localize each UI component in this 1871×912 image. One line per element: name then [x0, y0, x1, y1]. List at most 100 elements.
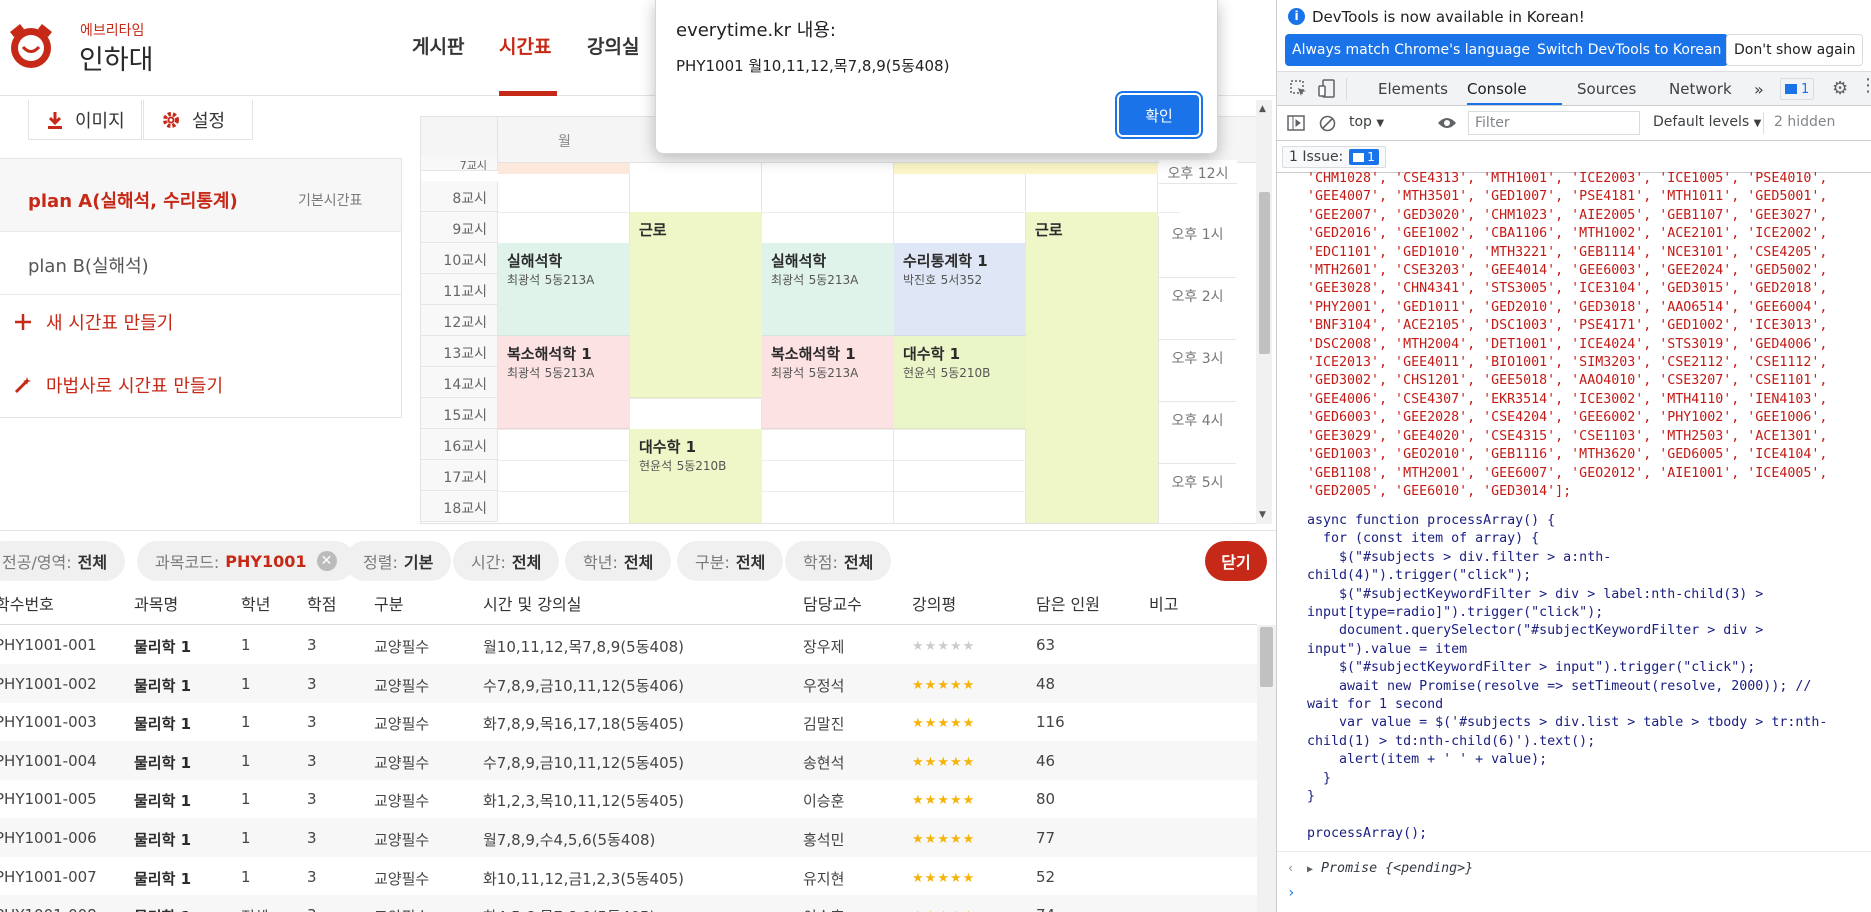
subject-block[interactable]: 근로	[1026, 212, 1158, 523]
language-infobar: i DevTools is now available in Korean! A…	[1277, 0, 1871, 72]
console-filter-input[interactable]: Filter	[1468, 111, 1640, 135]
filter-label: 구분:	[695, 553, 730, 572]
scroll-up-icon[interactable]: ▲	[1259, 104, 1266, 114]
plan-a-item[interactable]: plan A(실해석, 수리통계) 기본시간표	[0, 159, 401, 232]
match-language-button[interactable]: Always match Chrome's language	[1285, 34, 1537, 66]
filter-credit[interactable]: 학점: 전체	[785, 541, 892, 581]
filter-grade[interactable]: 학년: 전체	[565, 541, 672, 581]
magic-wand-icon	[14, 377, 31, 394]
tab-elements[interactable]: Elements	[1378, 80, 1448, 98]
plan-b-item[interactable]: plan B(실해석)	[28, 252, 149, 278]
console-output[interactable]: 'CHM1028', 'CSE4313', 'MTH1001', 'ICE200…	[1277, 171, 1871, 912]
gear-icon	[163, 111, 179, 128]
star-icon: ★	[924, 870, 938, 886]
filter-major[interactable]: 전공/영역: 전체	[0, 541, 126, 581]
tab-sources[interactable]: Sources	[1577, 80, 1636, 98]
rating-stars: ★★★★★	[912, 678, 975, 693]
table-row[interactable]: PHY1001-007 물리학 1 1 3 교양필수 화10,11,12,금1,2,3(5…	[0, 857, 1257, 896]
timetable-scrollbar-thumb[interactable]	[1259, 192, 1270, 354]
header-type[interactable]: 구분	[374, 591, 403, 615]
logo-icon[interactable]	[6, 20, 56, 72]
hour-18: 18교시	[421, 491, 498, 522]
subject-block[interactable]: 실해석학 최광석 5동213A	[498, 243, 630, 336]
table-row[interactable]: PHY1001-005 물리학 1 1 3 교양필수 화1,2,3,목10,11,12(5…	[0, 779, 1257, 818]
clear-console-icon[interactable]	[1319, 115, 1336, 132]
star-icon: ★	[924, 832, 938, 847]
scroll-down-icon[interactable]: ▼	[1259, 510, 1266, 520]
close-button[interactable]: 닫기	[1205, 541, 1267, 581]
header-year[interactable]: 학년	[241, 591, 270, 615]
filter-course-code[interactable]: 과목코드: PHY1001 ✕	[137, 541, 355, 581]
nav-timetable[interactable]: 시간표	[499, 32, 551, 59]
nav-lecture[interactable]: 강의실	[587, 32, 639, 59]
subject-block[interactable]: 대수학 1 현윤석 5동210B	[894, 336, 1026, 429]
devtools-panel: i DevTools is now available in Korean! A…	[1276, 0, 1871, 912]
filter-type[interactable]: 구분: 전체	[677, 541, 784, 581]
subject-name: 복소해석학 1	[771, 345, 856, 363]
header-name[interactable]: 과목명	[134, 591, 178, 615]
issues-badge[interactable]: 1	[1780, 78, 1815, 100]
context-selector[interactable]: top ▼	[1349, 114, 1384, 130]
switch-korean-button[interactable]: Switch DevTools to Korean	[1530, 34, 1729, 66]
table-row[interactable]: PHY1001-006 물리학 1 1 3 교양필수 월7,8,9,수4,5,6(5동40…	[0, 818, 1257, 857]
rating-stars: ★★★★★	[912, 832, 975, 847]
new-timetable-link[interactable]: 새 시간표 만들기	[14, 309, 173, 335]
dialog-title: everytime.kr 내용:	[676, 20, 836, 41]
tab-console[interactable]: Console	[1467, 80, 1527, 98]
gear-icon[interactable]: ⚙	[1832, 78, 1848, 99]
ok-button[interactable]: 확인	[1119, 95, 1199, 135]
ampm-3: 오후 3시	[1158, 340, 1236, 402]
subject-block[interactable]: 대수학 1 현윤석 5동210B	[630, 429, 762, 523]
cell-prof: 유지현	[803, 869, 845, 888]
settings-button[interactable]: 설정	[143, 100, 253, 140]
subject-block[interactable]: 복소해석학 1 최광석 5동213A	[762, 336, 894, 429]
dont-show-again-button[interactable]: Don't show again	[1726, 34, 1864, 66]
eye-icon[interactable]	[1437, 116, 1457, 130]
school-name[interactable]: 인하대	[79, 38, 154, 77]
image-button[interactable]: 이미지	[28, 100, 142, 140]
header-credit[interactable]: 학점	[307, 591, 336, 615]
header-prof[interactable]: 담당교수	[803, 591, 862, 615]
filter-value: 기본	[403, 553, 434, 572]
expand-triangle-icon[interactable]: ▶	[1307, 864, 1313, 875]
inspect-element-icon[interactable]	[1290, 80, 1308, 98]
device-toolbar-icon[interactable]	[1318, 79, 1336, 99]
cell-credit: 3	[307, 751, 317, 770]
table-row[interactable]: PHY1001-003 물리학 1 1 3 교양필수 화7,8,9,목16,17,18(5…	[0, 702, 1257, 741]
table-row[interactable]: PHY1001-004 물리학 1 1 3 교양필수 수7,8,9,금10,11,12(5…	[0, 740, 1257, 780]
subject-block[interactable]: 근로	[630, 212, 762, 398]
filter-sort[interactable]: 정렬: 기본	[345, 541, 452, 581]
rating-stars: ★★★★★	[912, 755, 975, 770]
issues-bar: 1 Issue: 1	[1277, 141, 1871, 173]
cell-type: 교양필수	[374, 638, 430, 656]
log-levels-dropdown[interactable]: Default levels ▼	[1653, 114, 1761, 130]
issues-button[interactable]: 1 Issue: 1	[1282, 146, 1386, 168]
sidebar-toggle-icon[interactable]	[1287, 115, 1305, 131]
kebab-menu-icon[interactable]: ⋮	[1859, 77, 1871, 95]
subject-block[interactable]: 실해석학 최광석 5동213A	[762, 243, 894, 336]
console-prompt-icon[interactable]: ›	[1287, 885, 1295, 901]
wizard-timetable-link[interactable]: 마법사로 시간표 만들기	[14, 372, 223, 398]
table-row[interactable]: PHY1001-001 물리학 1 1 3 교양필수 월10,11,12,목7,8,9(5…	[0, 625, 1257, 664]
star-icon: ★	[962, 793, 976, 809]
subject-block[interactable]: 복소해석학 1 최광석 5동213A	[498, 336, 630, 429]
header-time[interactable]: 시간 및 강의실	[483, 591, 582, 615]
header-count[interactable]: 담은 인원	[1036, 591, 1100, 615]
table-row[interactable]: PHY1001-008 물리학 1 전체 3 교양필수 화4,5,6,목7,8,9(5동4…	[0, 895, 1257, 912]
console-result[interactable]: ▶ Promise {<pending>}	[1307, 861, 1473, 876]
tab-network[interactable]: Network	[1669, 80, 1732, 98]
clear-filter-icon[interactable]: ✕	[316, 551, 337, 571]
info-icon: i	[1288, 8, 1305, 25]
more-tabs-icon[interactable]: »	[1754, 80, 1764, 99]
header-note[interactable]: 비고	[1149, 591, 1178, 615]
filter-time[interactable]: 시간: 전체	[453, 541, 560, 581]
subject-name: 대수학 1	[639, 438, 697, 456]
subject-list-scrollbar-thumb[interactable]	[1260, 627, 1273, 687]
cell-count: 116	[1036, 713, 1065, 732]
subject-block[interactable]: 수리통계학 1 박진호 5서352	[894, 243, 1026, 336]
header-code[interactable]: 학수번호	[0, 591, 54, 615]
nav-board[interactable]: 게시판	[412, 32, 464, 59]
header-rating[interactable]: 강의평	[912, 591, 956, 615]
table-row[interactable]: PHY1001-002 물리학 1 1 3 교양필수 수7,8,9,금10,11,12(5…	[0, 663, 1257, 703]
star-icon: ★	[924, 793, 938, 809]
